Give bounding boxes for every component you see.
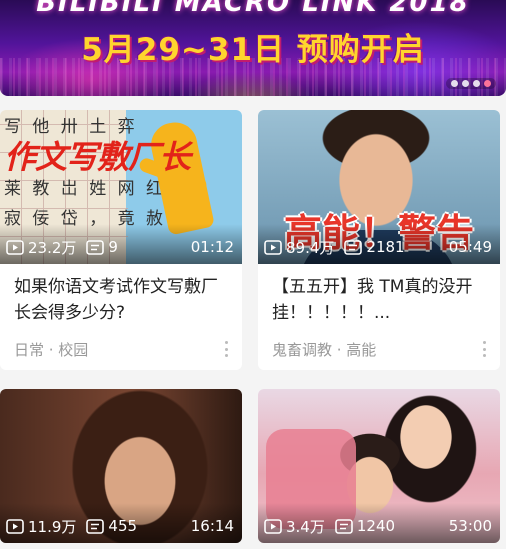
video-stats: 23.2万 9 01:12	[6, 236, 234, 258]
more-options-icon[interactable]	[224, 341, 228, 357]
video-duration: 16:14	[190, 517, 234, 535]
video-card[interactable]: 写 他 卅 土 弈 莱 教 岀 姓 网 红 寂 佞 岱 ， 竟 赦 作文写敷厂长…	[0, 110, 242, 370]
more-options-icon[interactable]	[482, 341, 486, 357]
views-stat: 89.4万	[264, 237, 334, 258]
video-title[interactable]: 如果你语文考试作文写敷厂长会得多少分?	[0, 264, 242, 328]
danmaku-count: 2181	[366, 238, 405, 256]
video-thumbnail[interactable]: 写 他 卅 土 弈 莱 教 岀 姓 网 红 寂 佞 岱 ， 竟 赦 作文写敷厂长…	[0, 110, 242, 264]
views-stat: 23.2万	[6, 237, 76, 258]
play-icon	[6, 518, 24, 534]
promo-banner[interactable]: BILIBILI MACRO LINK 2018 5月29~31日 预购开启	[0, 0, 506, 96]
video-duration: 01:12	[190, 238, 234, 256]
video-title[interactable]: 【五五开】我 TM真的没开挂！！！！！...	[258, 264, 500, 328]
carousel-dot-active[interactable]	[484, 80, 491, 87]
video-stats: 89.4万 2181 05:49	[264, 236, 492, 258]
view-count: 23.2万	[28, 238, 77, 257]
play-icon	[264, 518, 282, 534]
carousel-dot[interactable]	[473, 80, 480, 87]
danmaku-count: 1240	[356, 517, 396, 535]
danmaku-stat: 455	[86, 517, 137, 535]
danmaku-icon	[344, 239, 363, 255]
video-tag-text[interactable]: 日常 · 校园	[14, 339, 88, 360]
video-duration: 53:00	[448, 517, 492, 535]
danmaku-stat: 9	[86, 238, 118, 256]
play-icon	[264, 239, 282, 255]
video-card[interactable]: 3.4万 1240 53:00	[258, 389, 500, 543]
danmaku-icon	[86, 239, 105, 255]
video-thumbnail[interactable]: 3.4万 1240 53:00	[258, 389, 500, 543]
danmaku-icon	[335, 518, 353, 534]
banner-headline: 5月29~31日 预购开启	[81, 32, 425, 68]
video-duration: 05:49	[448, 238, 492, 256]
thumbnail-caption: 作文写敷厂长	[4, 138, 191, 176]
video-card[interactable]: 11.9万 455 16:14	[0, 389, 242, 543]
video-tags: 鬼畜调教 · 高能	[258, 328, 500, 370]
danmaku-stat: 2181	[344, 238, 405, 256]
video-card[interactable]: 高能！警告 89.4万 2181 05:49 【五五开】我 TM真的没开挂！！！…	[258, 110, 500, 370]
danmaku-count: 455	[108, 517, 138, 535]
video-tag-text[interactable]: 鬼畜调教 · 高能	[272, 339, 376, 360]
danmaku-count: 9	[108, 238, 118, 256]
danmaku-stat: 1240	[335, 517, 395, 535]
view-count: 89.4万	[286, 238, 335, 257]
video-stats: 3.4万 1240 53:00	[264, 515, 492, 537]
video-tags: 日常 · 校园	[0, 328, 242, 370]
danmaku-icon	[86, 518, 105, 534]
banner-event-title: BILIBILI MACRO LINK 2018	[36, 0, 470, 18]
views-stat: 3.4万	[264, 516, 325, 537]
views-stat: 11.9万	[6, 516, 76, 537]
view-count: 11.9万	[28, 517, 77, 536]
video-thumbnail[interactable]: 高能！警告 89.4万 2181 05:49	[258, 110, 500, 264]
video-thumbnail[interactable]: 11.9万 455 16:14	[0, 389, 242, 543]
carousel-indicator[interactable]	[446, 78, 496, 89]
view-count: 3.4万	[286, 517, 325, 536]
carousel-dot[interactable]	[462, 80, 469, 87]
video-stats: 11.9万 455 16:14	[6, 515, 234, 537]
carousel-dot[interactable]	[451, 80, 458, 87]
play-icon	[6, 239, 24, 255]
